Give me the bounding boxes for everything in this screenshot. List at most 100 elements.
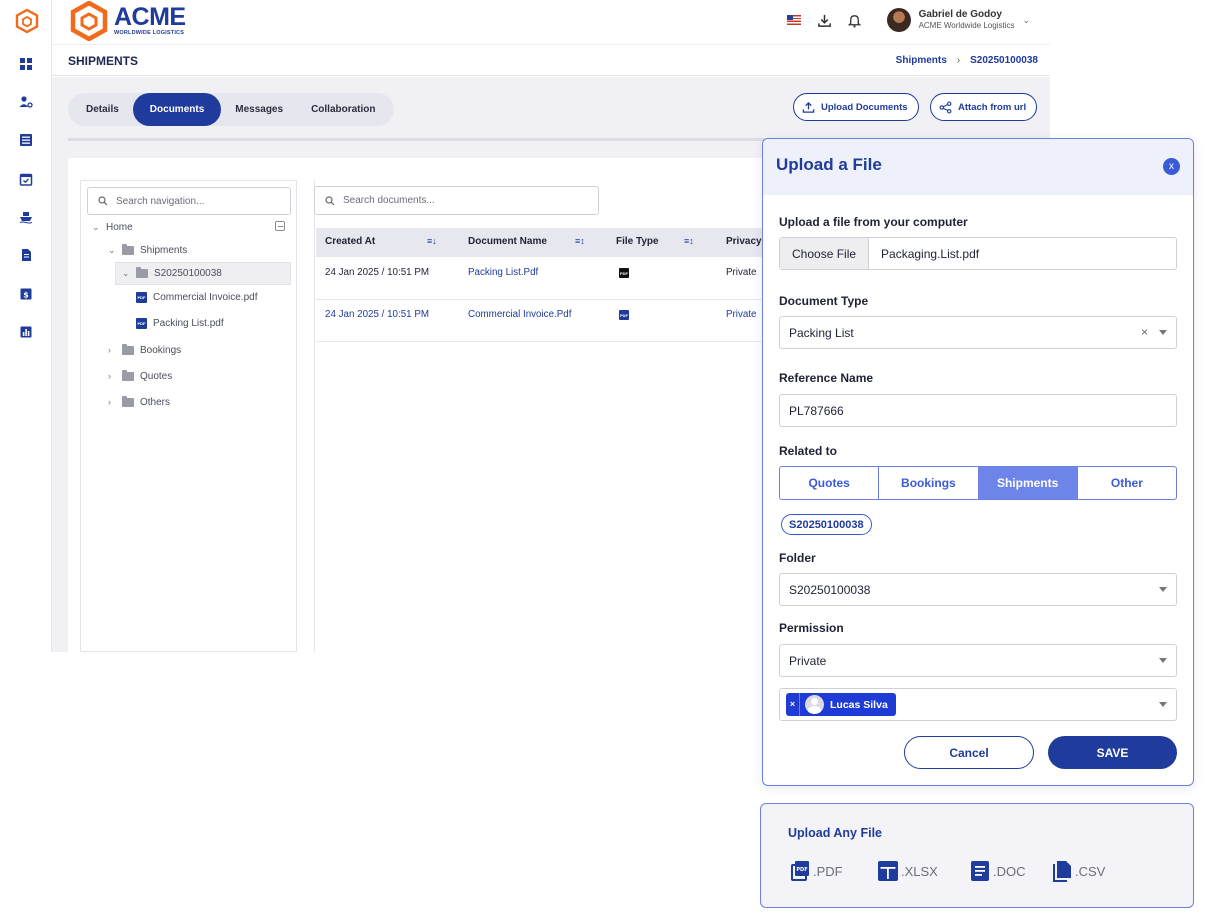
chevron-right-icon: › <box>108 371 111 381</box>
doc-icon <box>971 861 989 881</box>
folder-icon <box>122 395 134 407</box>
attach-from-url-label: Attach from url <box>958 101 1027 113</box>
related-bookings-option[interactable]: Bookings <box>879 467 979 499</box>
collapse-all-icon[interactable] <box>275 221 285 231</box>
reference-name-label: Reference Name <box>779 371 874 385</box>
file-type-xlsx-label: .XLSX <box>901 863 938 879</box>
search-icon <box>98 196 108 206</box>
cell-document-name[interactable]: Commercial Invoice.Pdf <box>468 309 571 320</box>
related-shipments-option[interactable]: Shipments <box>978 467 1078 499</box>
folder-label: Folder <box>779 551 816 565</box>
breadcrumb: Shipments › S20250100038 <box>896 55 1038 66</box>
tree-item-file[interactable]: PDF Packing List.pdf <box>136 315 224 331</box>
user-org: ACME Worldwide Logistics <box>918 21 1015 31</box>
related-quotes-option[interactable]: Quotes <box>780 467 880 499</box>
attach-from-url-button[interactable]: Attach from url <box>930 93 1038 121</box>
search-documents-placeholder: Search documents... <box>343 195 435 206</box>
choose-file-button[interactable]: Choose File <box>780 238 870 269</box>
chevron-down-icon[interactable]: ⌄ <box>1022 15 1030 26</box>
document-type-select[interactable]: Packing List × <box>779 316 1177 349</box>
column-privacy[interactable]: Privacy <box>726 236 762 247</box>
dropdown-arrow-icon <box>1159 330 1167 335</box>
tree-item-shipment-id[interactable]: ⌄ S20250100038 <box>122 265 222 281</box>
column-created-at[interactable]: Created At <box>325 236 375 247</box>
related-tag[interactable]: S20250100038 <box>781 514 872 535</box>
file-type-pdf: PDF .PDF <box>789 860 877 882</box>
folder-value: S20250100038 <box>789 582 871 597</box>
pdf-file-icon: PDF <box>136 291 147 303</box>
sort-filter-icon[interactable]: ≡↓ <box>427 236 437 246</box>
avatar[interactable] <box>886 8 911 32</box>
tree-item-file-label: Packing List.pdf <box>153 317 224 329</box>
reference-name-input[interactable]: PL787666 <box>779 394 1177 427</box>
tree-item-bookings[interactable]: › Bookings <box>108 342 181 358</box>
list-icon[interactable] <box>17 131 35 149</box>
svg-text:PDF: PDF <box>796 867 807 873</box>
top-right-controls: Gabriel de Godoy ACME Worldwide Logistic… <box>786 0 1030 40</box>
calendar-check-icon[interactable] <box>17 170 35 188</box>
ship-icon[interactable] <box>17 208 35 226</box>
pdf-file-icon: PDF <box>136 317 147 329</box>
share-users-select[interactable]: × Lucas Silva <box>779 688 1177 721</box>
upload-documents-label: Upload Documents <box>821 101 908 113</box>
cell-created-at: 24 Jan 2025 / 10:51 PM <box>325 309 430 320</box>
upload-file-modal: Upload a File x Upload a file from your … <box>762 138 1194 786</box>
brand-tagline: WORLDWIDE LOGISTICS <box>114 30 185 37</box>
tab-collaboration[interactable]: Collaboration <box>297 93 389 126</box>
file-upload-label: Upload a file from your computer <box>779 215 968 229</box>
chevron-down-icon: ⌄ <box>122 267 130 278</box>
breadcrumb-shipment-id[interactable]: S20250100038 <box>970 55 1038 66</box>
acme-logo-icon[interactable] <box>14 8 40 34</box>
tab-documents[interactable]: Documents <box>132 93 222 126</box>
search-documents-input[interactable]: Search documents... <box>314 186 599 215</box>
search-navigation-placeholder: Search navigation... <box>116 195 205 207</box>
cell-created-at: 24 Jan 2025 / 10:51 PM <box>325 267 430 278</box>
pdf-icon: PDF <box>791 861 809 881</box>
tree-item-quotes[interactable]: › Quotes <box>108 368 172 384</box>
column-document-name[interactable]: Document Name <box>468 236 547 247</box>
permission-label: Permission <box>779 621 844 635</box>
dropdown-arrow-icon <box>1159 587 1167 592</box>
cell-document-name[interactable]: Packing List.Pdf <box>468 267 538 278</box>
permission-select[interactable]: Private <box>779 644 1177 677</box>
clear-icon[interactable]: × <box>1141 325 1148 339</box>
breadcrumb-shipments[interactable]: Shipments <box>896 55 947 66</box>
pdf-file-icon: PDF <box>619 268 629 278</box>
upload-any-file-title: Upload Any File <box>788 826 882 840</box>
save-button[interactable]: SAVE <box>1048 736 1177 769</box>
dashboard-icon[interactable] <box>17 55 35 73</box>
file-input[interactable]: Choose File Packaging.List.pdf <box>779 237 1177 270</box>
tab-details[interactable]: Details <box>72 93 133 126</box>
user-menu[interactable]: Gabriel de Godoy ACME Worldwide Logistic… <box>919 9 1015 31</box>
remove-user-icon[interactable]: × <box>786 693 800 716</box>
tree-item-file[interactable]: PDF Commercial Invoice.pdf <box>136 289 257 305</box>
document-icon[interactable] <box>17 246 35 264</box>
close-icon[interactable]: x <box>1163 158 1180 175</box>
sort-filter-icon[interactable]: ≡↕ <box>684 236 694 246</box>
xlsx-icon <box>878 861 898 881</box>
tree-item-shipments[interactable]: ⌄ Shipments <box>108 242 187 258</box>
column-file-type[interactable]: File Type <box>616 236 659 247</box>
bell-icon[interactable] <box>847 12 863 28</box>
tree-item-others[interactable]: › Others <box>108 394 170 410</box>
billing-icon[interactable]: $ <box>17 285 35 303</box>
user-chip-name: Lucas Silva <box>830 698 888 711</box>
reports-icon[interactable] <box>17 323 35 341</box>
folder-select[interactable]: S20250100038 <box>779 573 1177 606</box>
us-flag-icon[interactable] <box>786 15 801 25</box>
download-icon[interactable] <box>817 12 833 28</box>
file-type-doc-label: .DOC <box>993 863 1026 879</box>
folder-icon <box>122 343 134 355</box>
user-name: Gabriel de Godoy <box>918 9 1002 21</box>
upload-documents-button[interactable]: Upload Documents <box>793 93 919 121</box>
brand-logo[interactable]: ACME WORLDWIDE LOGISTICS <box>70 0 186 42</box>
related-other-option[interactable]: Other <box>1078 467 1176 499</box>
tree-item-home[interactable]: ⌄ Home <box>92 219 133 235</box>
search-navigation-input[interactable]: Search navigation... <box>87 187 291 215</box>
tab-messages[interactable]: Messages <box>221 93 297 126</box>
file-type-xlsx: .XLSX <box>877 860 969 882</box>
row-divider <box>316 299 766 300</box>
user-settings-icon[interactable] <box>17 93 35 111</box>
sort-filter-icon[interactable]: ≡↕ <box>575 236 585 246</box>
cancel-button[interactable]: Cancel <box>904 736 1034 769</box>
